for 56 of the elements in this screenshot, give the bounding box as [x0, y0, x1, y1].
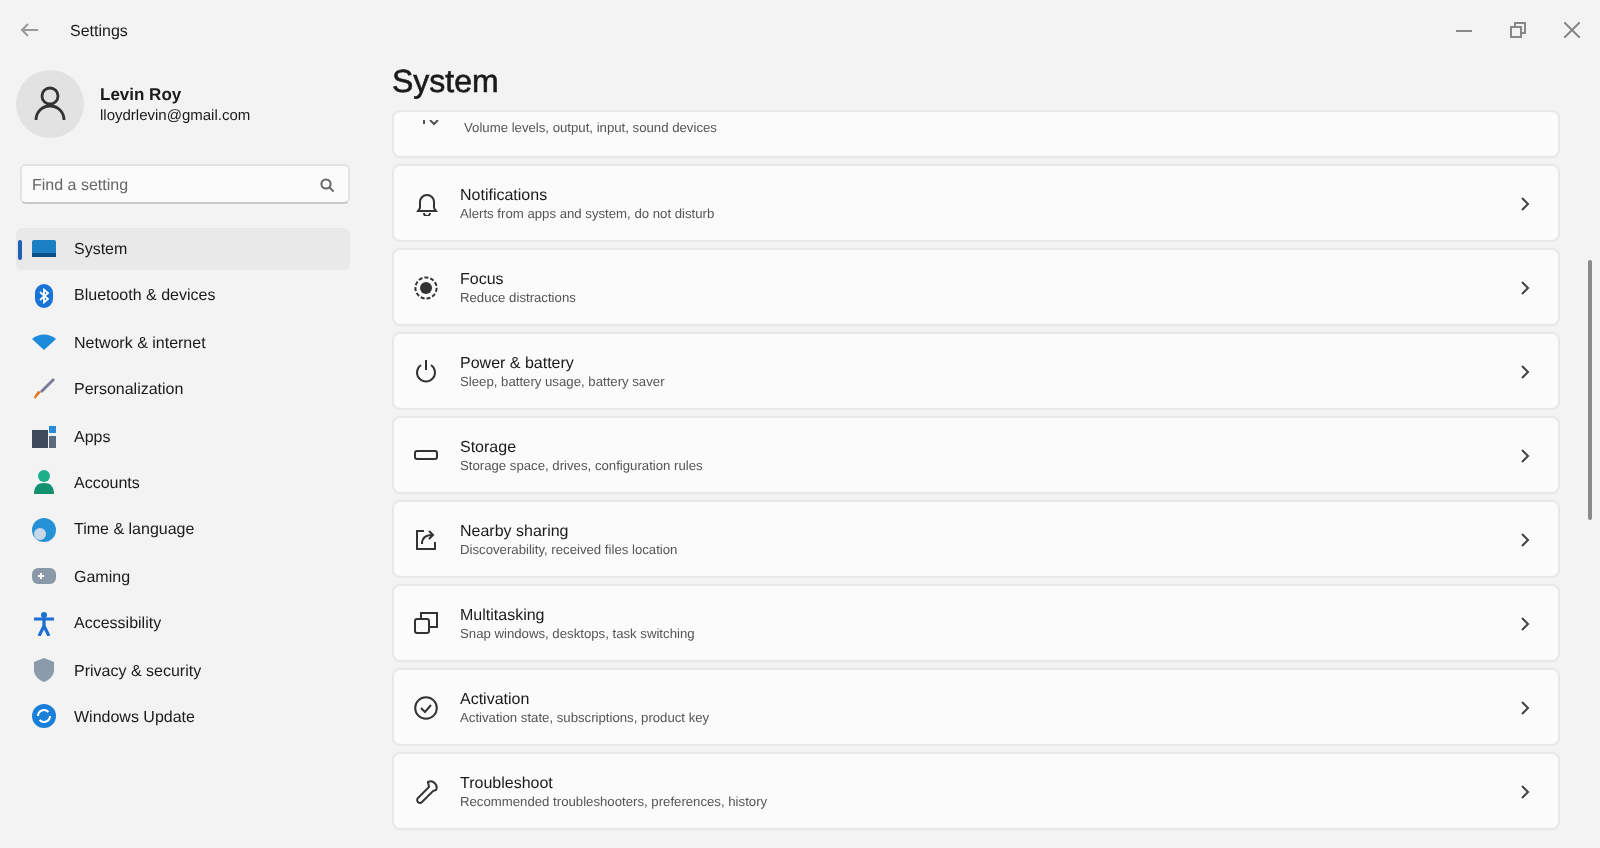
sidebar-item[interactable]: Gaming: [16, 555, 350, 598]
avatar: [16, 70, 84, 138]
chevron-icon: [1520, 195, 1530, 211]
refresh-icon: [32, 704, 56, 729]
setting-title: Multitasking: [460, 605, 547, 623]
brush-icon: [32, 378, 56, 401]
setting-title: Focus: [460, 269, 506, 287]
sidebar-item[interactable]: Apps: [16, 415, 350, 458]
setting-title: Power & battery: [460, 353, 576, 371]
sidebar-item[interactable]: Time & language: [16, 508, 350, 551]
minimize-icon[interactable]: [1456, 29, 1472, 31]
page-title: System: [392, 64, 501, 104]
window-title: Settings: [70, 21, 128, 39]
drive-icon: [414, 450, 438, 460]
apps-icon: [32, 425, 56, 448]
sidebar-item[interactable]: System: [16, 228, 350, 270]
power-icon: [414, 359, 438, 383]
chevron-icon: [1520, 531, 1530, 547]
windows-icon: [414, 612, 438, 634]
bluetooth-icon: [32, 283, 56, 308]
globe-icon: [32, 517, 56, 542]
sidebar-item[interactable]: Privacy & security: [16, 649, 350, 692]
setting-title: Storage: [460, 437, 519, 455]
bell-icon: [415, 191, 437, 215]
sidebar-item[interactable]: Accessibility: [16, 602, 350, 645]
search-field[interactable]: Find a setting: [20, 164, 350, 204]
sidebar-item[interactable]: Windows Update: [16, 695, 350, 738]
restore-icon[interactable]: [1510, 22, 1526, 38]
setting-title: Nearby sharing: [460, 521, 571, 539]
chevron-icon: [1520, 783, 1530, 799]
user-name: Levin Roy: [100, 84, 184, 104]
sidebar-item[interactable]: Personalization: [16, 368, 350, 411]
sidebar-item[interactable]: Accounts: [16, 461, 350, 504]
wrench-icon: [414, 779, 438, 803]
setting-title: Activation: [460, 689, 532, 707]
chevron-icon: [1520, 279, 1530, 295]
setting-title: Notifications: [460, 185, 550, 203]
monitor-icon: [32, 240, 56, 258]
share-icon: [414, 527, 438, 551]
check-circle-icon: [414, 695, 438, 719]
accessibility-icon: [32, 611, 56, 636]
setting-title: Troubleshoot: [460, 773, 555, 791]
search-icon[interactable]: [320, 178, 334, 192]
gamepad-icon: [32, 568, 56, 585]
chevron-icon: [1520, 699, 1530, 715]
person-icon: [32, 470, 56, 495]
back-arrow-icon[interactable]: [20, 22, 40, 38]
sidebar-item[interactable]: Bluetooth & devices: [16, 274, 350, 317]
chevron-icon: [1520, 447, 1530, 463]
wifi-icon: [32, 334, 56, 351]
shield-icon: [32, 658, 56, 683]
close-icon[interactable]: [1564, 22, 1580, 38]
chevron-icon: [1520, 363, 1530, 379]
sidebar-item[interactable]: Network & internet: [16, 321, 350, 364]
chevron-icon: [1520, 615, 1530, 631]
scrollbar[interactable]: [1588, 260, 1592, 520]
